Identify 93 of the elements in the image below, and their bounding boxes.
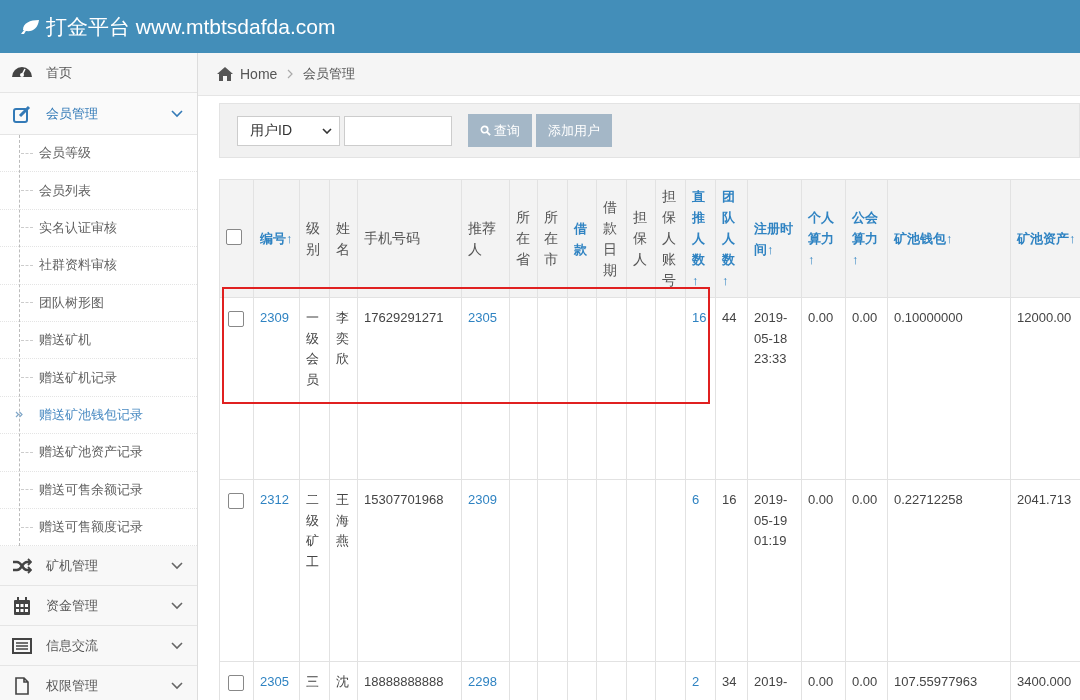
table-cell: 17629291271 (364, 310, 444, 325)
submenu-item[interactable]: 赠送矿机 (0, 321, 197, 360)
column-header[interactable]: 团队人数↑ (715, 179, 748, 298)
search-icon (480, 125, 491, 136)
column-header[interactable]: 个人算力↑ (801, 179, 846, 298)
table-cell: 0.00 (808, 674, 834, 689)
submenu-item[interactable]: 赠送矿机记录 (0, 359, 197, 397)
row-checkbox[interactable] (228, 311, 244, 327)
column-header[interactable]: 直推人数↑ (685, 179, 716, 298)
column-header: 担保人账号 (655, 179, 686, 298)
table-cell: 2019-05-19 01:19 (754, 492, 788, 548)
breadcrumb-link[interactable]: Home (240, 66, 278, 82)
list-icon (12, 635, 32, 656)
shuffle-icon (12, 555, 32, 576)
table-link[interactable]: 2309 (468, 492, 497, 507)
table-link[interactable]: 16 (692, 310, 707, 325)
table-cell: 0.00 (852, 492, 878, 507)
column-header: 所在省 (509, 179, 538, 298)
column-header[interactable]: 矿池资产↑ (1010, 179, 1080, 298)
table-cell: 2041.713 (1017, 492, 1072, 507)
table-cell: 34 (722, 674, 737, 689)
separator-icon (287, 69, 294, 79)
table-link[interactable]: 2309 (260, 310, 289, 325)
chevron-down-icon (171, 681, 183, 690)
table-cell: 三 (306, 674, 319, 689)
column-header: 担保人 (626, 179, 656, 298)
home-icon (216, 66, 234, 82)
column-header: 级别 (299, 179, 330, 298)
chevron-down-icon (171, 641, 183, 650)
submenu-item[interactable]: 赠送矿池资产记录 (0, 434, 197, 472)
table-cell: 一级会员 (306, 310, 319, 387)
table-cell: 12000.00 (1017, 310, 1072, 325)
select-all-checkbox[interactable] (226, 229, 242, 245)
table-cell: 0.00 (852, 674, 878, 689)
table-cell: 沈 (336, 674, 349, 689)
submenu-item[interactable]: 会员列表 (0, 172, 197, 210)
table-cell: 李奕欣 (336, 310, 349, 366)
table-cell: 二级矿工 (306, 492, 319, 569)
chevron-down-icon (171, 601, 183, 610)
column-header: 所在市 (537, 179, 568, 298)
submenu-item[interactable]: 会员等级 (0, 135, 197, 173)
table-cell: 0.00 (808, 310, 834, 325)
chevron-down-icon (171, 561, 183, 570)
row-checkbox[interactable] (228, 675, 244, 691)
caret-down-icon (322, 127, 332, 134)
leaf-icon (20, 18, 40, 35)
table-link[interactable]: 2305 (468, 310, 497, 325)
column-header[interactable]: 注册时间↑ (747, 179, 802, 298)
table-cell: 18888888888 (364, 674, 444, 689)
table-cell: 0.10000000 (894, 310, 963, 325)
column-header[interactable]: 借款 (567, 179, 597, 298)
edit-icon (12, 103, 32, 124)
table-cell: 2019-05-18 23:33 (754, 310, 788, 366)
table-link[interactable]: 2 (692, 674, 700, 689)
column-header: 手机号码 (357, 179, 462, 298)
brand-title: 打金平台 www.mtbtsdafda.com (46, 13, 336, 40)
table-cell: 15307701968 (364, 492, 444, 507)
table-cell: 16 (722, 492, 737, 507)
table-cell: 44 (722, 310, 737, 325)
submenu-item[interactable]: 赠送可售余额记录 (0, 471, 197, 509)
row-checkbox[interactable] (228, 493, 244, 509)
table-cell: 3400.000 (1017, 674, 1072, 689)
table-cell: 107.55977963 (894, 674, 978, 689)
table-cell: 王海燕 (336, 492, 349, 548)
double-chevron-icon (15, 411, 23, 419)
table-cell: 0.22712258 (894, 492, 963, 507)
table-link[interactable]: 6 (692, 492, 700, 507)
dashboard-icon (12, 67, 32, 78)
calendar-icon (12, 595, 32, 616)
submenu-item[interactable]: 赠送矿池钱包记录 (0, 396, 197, 435)
table-cell: 0.00 (852, 310, 878, 325)
table-cell: 0.00 (808, 492, 834, 507)
table-cell: 2019- (754, 674, 788, 689)
sidebar-item[interactable]: 资金管理 (0, 586, 197, 627)
breadcrumb-current: 会员管理 (303, 65, 356, 83)
table-link[interactable]: 2312 (260, 492, 289, 507)
submenu-item[interactable]: 团队树形图 (0, 284, 197, 322)
field-select[interactable]: 用户ID (237, 115, 340, 146)
search-field[interactable] (344, 115, 452, 146)
submenu-item[interactable]: 社群资料审核 (0, 247, 197, 285)
submenu-item[interactable]: 赠送可售额度记录 (0, 508, 197, 547)
sidebar-item[interactable]: 权限管理 (0, 666, 197, 700)
column-header: 借款日期 (596, 179, 627, 298)
file-icon (12, 675, 32, 696)
column-header[interactable]: 编号↑ (253, 179, 300, 298)
sidebar-item[interactable]: 信息交流 (0, 626, 197, 667)
column-header: 推荐人 (461, 179, 510, 298)
column-header: 姓名 (329, 179, 358, 298)
sidebar-item[interactable]: 矿机管理 (0, 546, 197, 587)
column-header[interactable]: 矿池钱包↑ (887, 179, 1011, 298)
column-header[interactable]: 公会算力↑ (845, 179, 888, 298)
submenu-item[interactable]: 实名认证审核 (0, 209, 197, 248)
chevron-down-icon (171, 109, 183, 118)
